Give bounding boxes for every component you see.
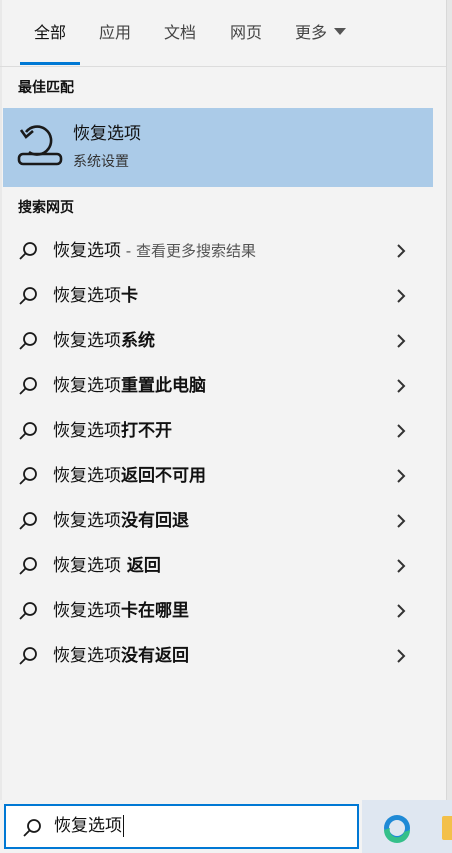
search-panel: 全部 应用 文档 网页 更多 最佳匹配 恢复选项 系统设置 搜索网页 恢复选项 …: [0, 0, 446, 800]
file-explorer-icon[interactable]: [442, 816, 452, 840]
result-query: 恢复选项: [53, 646, 121, 666]
web-result-item[interactable]: 恢复选项打不开: [3, 409, 433, 453]
panel-edge: [0, 0, 2, 800]
search-icon: [23, 819, 41, 837]
text-cursor: [123, 815, 124, 837]
chevron-right-icon[interactable]: [396, 604, 406, 618]
recovery-icon: [17, 125, 63, 166]
tab-bar: 全部 应用 文档 网页 更多: [0, 0, 446, 67]
chevron-right-icon[interactable]: [396, 379, 406, 393]
active-tab-indicator: [20, 62, 80, 65]
scrollbar-track[interactable]: [446, 0, 452, 800]
result-query: 恢复选项: [53, 421, 121, 441]
search-icon: [19, 242, 37, 260]
web-result-text: 恢复选项卡在哪里: [53, 589, 189, 633]
chevron-right-icon[interactable]: [396, 289, 406, 303]
result-query: 恢复选项: [53, 466, 121, 486]
web-result-item[interactable]: 恢复选项卡: [3, 274, 433, 318]
result-suggestion: 没有返回: [121, 646, 189, 666]
result-suggestion: 系统: [121, 331, 155, 351]
tab-all[interactable]: 全部: [34, 22, 66, 44]
web-result-item[interactable]: 恢复选项没有回退: [3, 499, 433, 543]
best-match-title: 恢复选项: [73, 124, 141, 144]
chevron-right-icon[interactable]: [396, 424, 406, 438]
web-result-text: 恢复选项没有回退: [53, 499, 189, 543]
chevron-right-icon[interactable]: [396, 469, 406, 483]
search-input[interactable]: 恢复选项: [4, 804, 359, 849]
web-result-item[interactable]: 恢复选项系统: [3, 319, 433, 363]
search-input-value[interactable]: 恢复选项: [54, 806, 124, 847]
result-query: 恢复选项: [53, 331, 121, 351]
web-result-item[interactable]: 恢复选项返回不可用: [3, 454, 433, 498]
result-suggestion: 没有回退: [121, 511, 189, 531]
chevron-right-icon[interactable]: [396, 514, 406, 528]
search-icon: [19, 557, 37, 575]
result-suggestion: 卡在哪里: [121, 601, 189, 621]
web-result-item[interactable]: 恢复选项没有返回: [3, 634, 433, 678]
tab-web[interactable]: 网页: [230, 22, 262, 44]
web-result-item[interactable]: 恢复选项卡在哪里: [3, 589, 433, 633]
search-query: 恢复选项: [54, 816, 122, 836]
result-query: 恢复选项: [53, 241, 121, 261]
result-suggestion: 返回: [121, 556, 161, 576]
web-result-text: 恢复选项打不开: [53, 409, 172, 453]
best-match-result[interactable]: 恢复选项 系统设置: [3, 108, 433, 187]
tab-more-label: 更多: [295, 23, 328, 42]
result-query: 恢复选项: [53, 601, 121, 621]
web-result-item[interactable]: 恢复选项重置此电脑: [3, 364, 433, 408]
result-suggestion: 打不开: [121, 421, 172, 441]
search-icon: [19, 377, 37, 395]
search-icon: [19, 512, 37, 530]
tab-documents[interactable]: 文档: [164, 22, 196, 44]
web-result-text: 恢复选项卡: [53, 274, 138, 318]
result-query: 恢复选项: [53, 556, 121, 576]
search-icon: [19, 287, 37, 305]
search-icon: [19, 647, 37, 665]
web-result-item[interactable]: 恢复选项 返回: [3, 544, 433, 588]
tab-more[interactable]: 更多: [295, 22, 347, 44]
search-icon: [19, 602, 37, 620]
search-icon: [19, 422, 37, 440]
best-match-subtitle: 系统设置: [73, 154, 129, 170]
result-query: 恢复选项: [53, 286, 121, 306]
caret-down-icon: [334, 28, 347, 35]
web-result-text: 恢复选项没有返回: [53, 634, 189, 678]
edge-browser-icon[interactable]: [382, 813, 412, 843]
search-icon: [19, 467, 37, 485]
web-result-text: 恢复选项系统: [53, 319, 155, 363]
chevron-right-icon[interactable]: [396, 649, 406, 663]
chevron-right-icon[interactable]: [396, 559, 406, 573]
taskbar: [362, 800, 452, 853]
search-icon: [19, 332, 37, 350]
web-result-text: 恢复选项 - 查看更多搜索结果: [53, 229, 256, 273]
result-suggestion: 返回不可用: [121, 466, 206, 486]
result-suggestion: 卡: [121, 286, 138, 306]
tab-apps[interactable]: 应用: [99, 22, 131, 44]
result-suggestion: 重置此电脑: [121, 376, 206, 396]
result-hint: - 查看更多搜索结果: [121, 242, 256, 260]
web-result-text: 恢复选项重置此电脑: [53, 364, 206, 408]
web-result-text: 恢复选项返回不可用: [53, 454, 206, 498]
chevron-right-icon[interactable]: [396, 334, 406, 348]
result-query: 恢复选项: [53, 511, 121, 531]
web-result-text: 恢复选项 返回: [53, 544, 161, 588]
result-query: 恢复选项: [53, 376, 121, 396]
chevron-right-icon[interactable]: [396, 244, 406, 258]
web-result-item[interactable]: 恢复选项 - 查看更多搜索结果: [3, 229, 433, 273]
best-match-heading: 最佳匹配: [18, 80, 74, 96]
web-search-heading: 搜索网页: [18, 200, 74, 216]
